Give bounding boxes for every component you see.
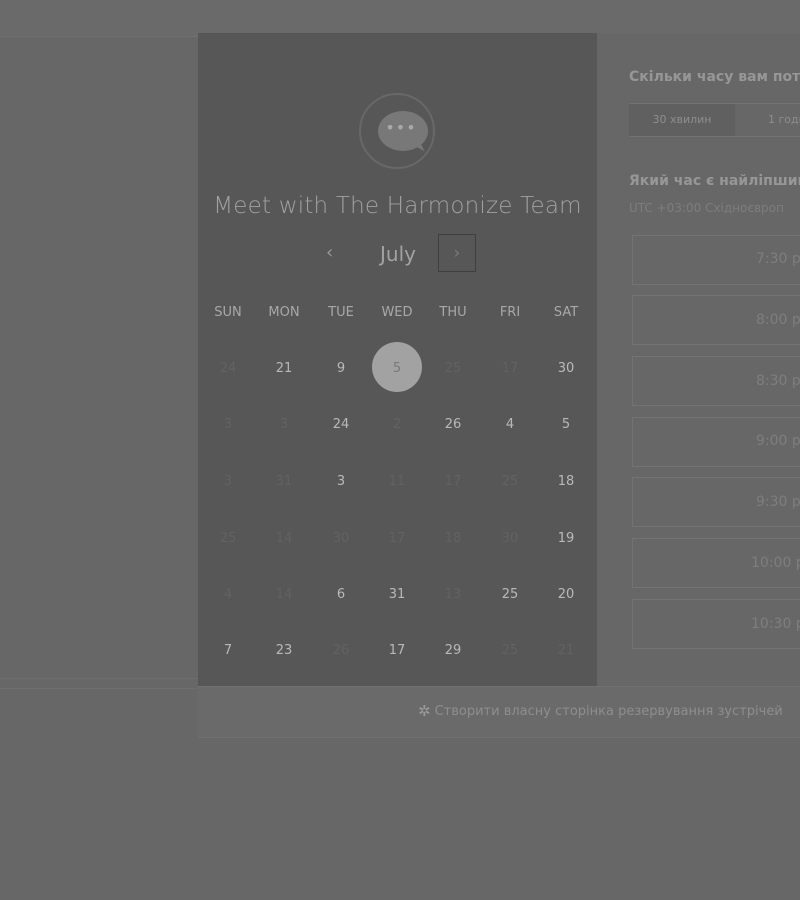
time-slot-label: 8:30 р [756,373,800,389]
calendar-day: 11 [388,474,406,489]
time-question: Який час є найліпшим [629,173,800,189]
duration-tab-30min[interactable]: 30 хвилин [629,104,735,136]
calendar-day: 13 [444,587,462,602]
weekday-header: WED [381,305,413,320]
duration-tab-1hour[interactable]: 1 годи [736,104,800,136]
calendar-day: 3 [223,474,233,489]
calendar-day: 14 [275,531,293,546]
calendar-day: 25 [444,361,462,376]
calendar-day[interactable]: 31 [369,587,425,602]
month-label: July [380,242,416,266]
timezone-selector[interactable]: UTC +03:00 Східноєвроп [629,201,784,215]
time-slot-label: 9:00 р [756,433,800,449]
sprocket-icon: ✲ [418,702,431,720]
calendar-day[interactable]: 17 [369,643,425,658]
calendar-day[interactable]: 20 [538,587,594,602]
weekday-header: SUN [214,305,242,320]
create-booking-page-link[interactable]: ✲ Створити власну сторінка резервування … [418,702,783,720]
calendar-day[interactable]: 3 [313,474,369,489]
time-slot-label: 9:30 р [756,494,800,510]
duration-question: Скільки часу вам потр [629,69,800,85]
calendar-day: 25 [219,531,237,546]
calendar-day[interactable]: 18 [538,474,594,489]
calendar-day: 21 [557,643,575,658]
calendar-day[interactable]: 5 [538,417,594,432]
calendar-day: 14 [275,587,293,602]
time-slot-label: 10:00 р [751,555,800,571]
calendar-day[interactable]: 7 [200,643,256,658]
time-slot-label: 10:30 р [751,616,800,632]
calendar-day: 25 [501,474,519,489]
top-bar [0,0,800,37]
calendar-day: 17 [388,531,406,546]
calendar-day[interactable]: 25 [482,587,538,602]
calendar-day: 18 [444,531,462,546]
calendar-day[interactable]: 19 [538,531,594,546]
calendar-day: 17 [501,361,519,376]
calendar-day: 3 [223,417,233,432]
calendar-day[interactable]: 9 [313,361,369,376]
month-navigation: ‹ July › [198,234,597,276]
footer-link-text: Створити власну сторінка резервування зу… [434,703,783,719]
next-month-button[interactable]: › [438,234,476,272]
calendar-day[interactable]: 23 [256,643,312,658]
calendar-day: 24 [219,361,237,376]
calendar-day: 25 [501,643,519,658]
calendar-day: 30 [501,531,519,546]
time-slot-label: 8:00 р [756,312,800,328]
calendar-day[interactable]: 4 [482,417,538,432]
weekday-header: THU [439,305,467,320]
ellipsis-icon: ••• [385,118,417,137]
calendar-day: 17 [444,474,462,489]
weekday-header: SAT [553,305,579,320]
calendar-day: 3 [279,417,289,432]
chevron-left-icon[interactable]: ‹ [326,242,333,263]
calendar-day: 5 [392,361,402,376]
calendar-day[interactable]: 21 [256,361,312,376]
meeting-title: Meet with The Harmonize Team [213,193,582,219]
calendar-day[interactable]: 24 [313,417,369,432]
weekday-header: TUE [328,305,354,320]
calendar-day: 2 [392,417,402,432]
calendar-day[interactable]: 30 [538,361,594,376]
calendar-day[interactable]: 6 [313,587,369,602]
weekday-header: FRI [499,305,521,320]
calendar-day: 30 [332,531,350,546]
calendar-day[interactable]: 26 [425,417,481,432]
weekday-header: MON [268,305,300,320]
calendar-day: 4 [223,587,233,602]
calendar-day[interactable]: 29 [425,643,481,658]
calendar-day: 31 [275,474,293,489]
calendar-day: 26 [332,643,350,658]
time-slot-label: 7:30 р [756,251,800,267]
